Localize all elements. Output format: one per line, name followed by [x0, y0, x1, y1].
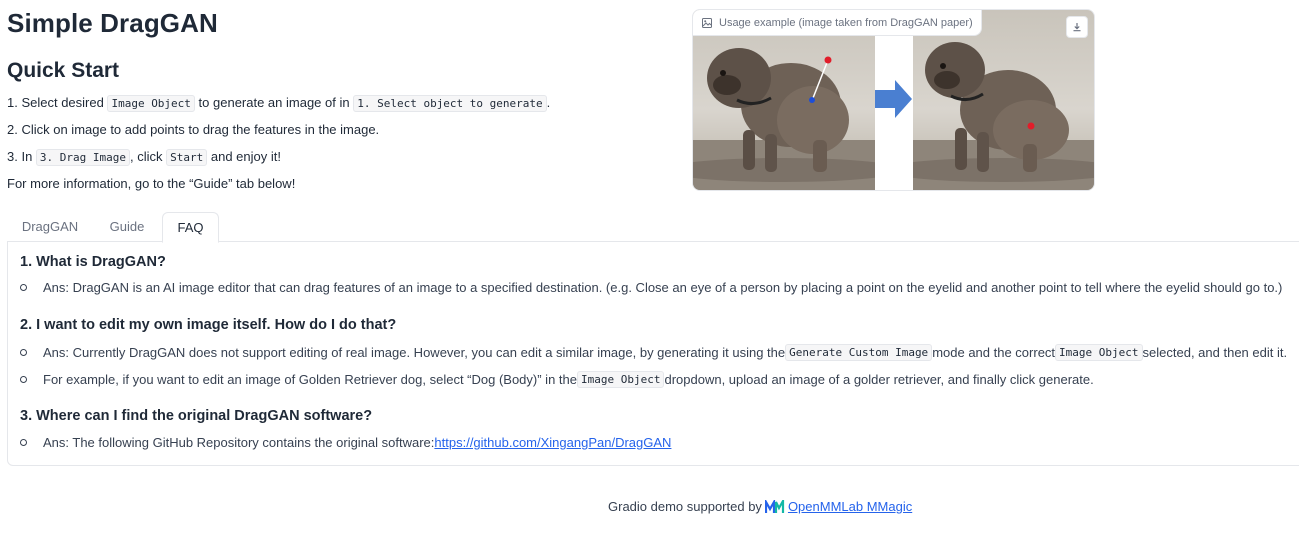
tab-bar: DragGAN Guide FAQ [7, 212, 1299, 243]
bullet-icon [20, 349, 27, 356]
faq-question-1: 1. What is DragGAN? [20, 254, 166, 270]
page-title: Simple DragGAN [7, 8, 218, 38]
tab-draggan[interactable]: DragGAN [14, 212, 86, 241]
bullet-icon [20, 439, 27, 446]
faq-answer-3: Ans: The following GitHub Repository con… [20, 435, 671, 450]
bullet-icon [20, 284, 27, 291]
transform-arrow [875, 10, 913, 190]
guide-hint: For more information, go to the “Guide” … [7, 176, 296, 191]
code-drag-image: 3. Drag Image [35, 149, 131, 166]
code-image-object: Image Object [107, 95, 195, 112]
step-1: 1. Select desired Image Object to genera… [7, 95, 551, 112]
step-2: 2. Click on image to add points to drag … [7, 122, 380, 137]
download-button[interactable] [1066, 16, 1088, 38]
mmagic-logo-icon [764, 499, 785, 513]
code-generate-custom-image: Generate Custom Image [785, 344, 933, 361]
usage-example-image[interactable]: Usage example (image taken from DragGAN … [692, 9, 1095, 191]
faq-question-2: 2. I want to edit my own image itself. H… [20, 317, 397, 333]
step-3: 3. In 3. Drag Image, click Start and enj… [7, 149, 281, 166]
code-image-object: Image Object [1055, 344, 1143, 361]
dog-photo-before [693, 10, 875, 190]
image-icon [702, 17, 712, 28]
tab-guide[interactable]: Guide [96, 212, 158, 241]
download-icon [1073, 23, 1081, 32]
faq-answer-2a: Ans: Currently DragGAN does not support … [20, 344, 1287, 361]
quick-start-heading: Quick Start [7, 59, 120, 82]
code-image-object: Image Object [576, 371, 665, 388]
openmmlab-mmagic-link[interactable]: OpenMMLab MMagic [788, 499, 912, 514]
faq-answer-2b: For example, if you want to edit an imag… [20, 371, 1094, 388]
footer: Gradio demo supported by OpenMMLab MMagi… [608, 499, 913, 514]
image-label: Usage example (image taken from DragGAN … [693, 10, 982, 36]
code-select-object: 1. Select object to generate [353, 95, 547, 112]
bullet-icon [20, 376, 27, 383]
code-start: Start [166, 149, 208, 166]
faq-answer-1: Ans: DragGAN is an AI image editor that … [20, 280, 1282, 295]
faq-question-3: 3. Where can I find the original DragGAN… [20, 408, 373, 424]
tab-faq[interactable]: FAQ [162, 212, 219, 243]
github-repo-link[interactable]: https://github.com/XingangPan/DragGAN [434, 435, 671, 450]
quick-start-steps: 1. Select desired Image Object to genera… [7, 94, 550, 202]
faq-panel: 1. What is DragGAN? Ans: DragGAN is an A… [7, 241, 1299, 466]
